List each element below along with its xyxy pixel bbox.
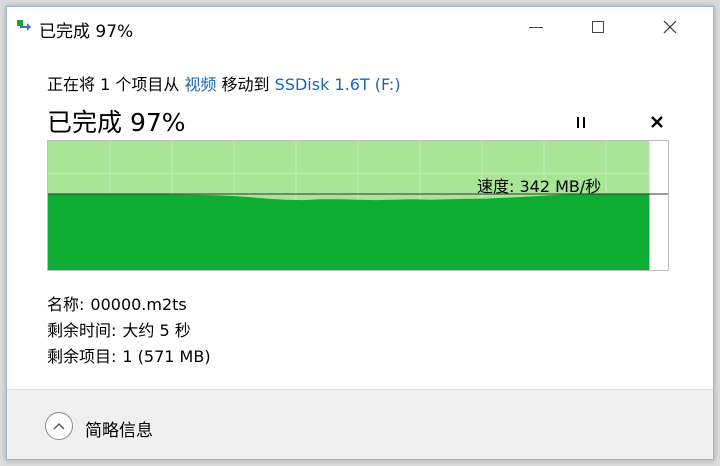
- close-button[interactable]: [647, 7, 693, 47]
- time-remaining-row: 剩余时间: 大约 5 秒: [47, 317, 191, 341]
- time-remaining-value: 大约 5 秒: [122, 321, 191, 340]
- cancel-button[interactable]: [646, 111, 668, 133]
- close-icon: [663, 20, 677, 34]
- speed-readout: 速度: 342 MB/秒: [477, 177, 602, 196]
- pause-button[interactable]: [570, 111, 592, 133]
- chevron-up-icon: [53, 423, 65, 430]
- source-folder-link[interactable]: 视频: [184, 75, 216, 94]
- speed-graph-svg: [48, 141, 668, 270]
- title-bar[interactable]: 已完成 97%: [7, 7, 713, 47]
- maximize-button[interactable]: [575, 7, 621, 47]
- transfer-prefix: 正在将 1 个项目从: [47, 75, 185, 94]
- items-remaining-label: 剩余项目:: [47, 347, 117, 366]
- transfer-middle: 移动到: [216, 75, 275, 94]
- pause-icon-bar: [583, 116, 585, 128]
- file-name-label: 名称:: [47, 295, 85, 314]
- items-remaining-value: 1 (571 MB): [122, 347, 211, 366]
- minimize-icon: [529, 26, 543, 28]
- file-name-row: 名称: 00000.m2ts: [47, 291, 187, 315]
- time-remaining-label: 剩余时间:: [47, 321, 117, 340]
- progress-headline: 已完成 97%: [47, 108, 186, 137]
- destination-drive-link[interactable]: SSDisk 1.6T (F:): [275, 75, 401, 94]
- footer: 简略信息: [7, 389, 713, 459]
- speed-area: [48, 194, 650, 270]
- pause-icon: [577, 116, 579, 128]
- fewer-details-button[interactable]: [45, 412, 73, 440]
- minimize-button[interactable]: [513, 7, 559, 47]
- window-title: 已完成 97%: [39, 22, 134, 42]
- cancel-icon: [651, 116, 663, 128]
- file-transfer-dialog: 已完成 97% 正在将 1 个项目从 视频 移动到 SSDisk 1.6T (F…: [6, 6, 714, 460]
- transfer-description: 正在将 1 个项目从 视频 移动到 SSDisk 1.6T (F:): [47, 71, 401, 95]
- fewer-details-label[interactable]: 简略信息: [85, 416, 153, 441]
- file-name-value: 00000.m2ts: [90, 295, 187, 314]
- items-remaining-row: 剩余项目: 1 (571 MB): [47, 343, 211, 367]
- speed-graph: [47, 140, 669, 271]
- maximize-icon: [592, 21, 604, 33]
- copy-move-icon: [17, 20, 31, 31]
